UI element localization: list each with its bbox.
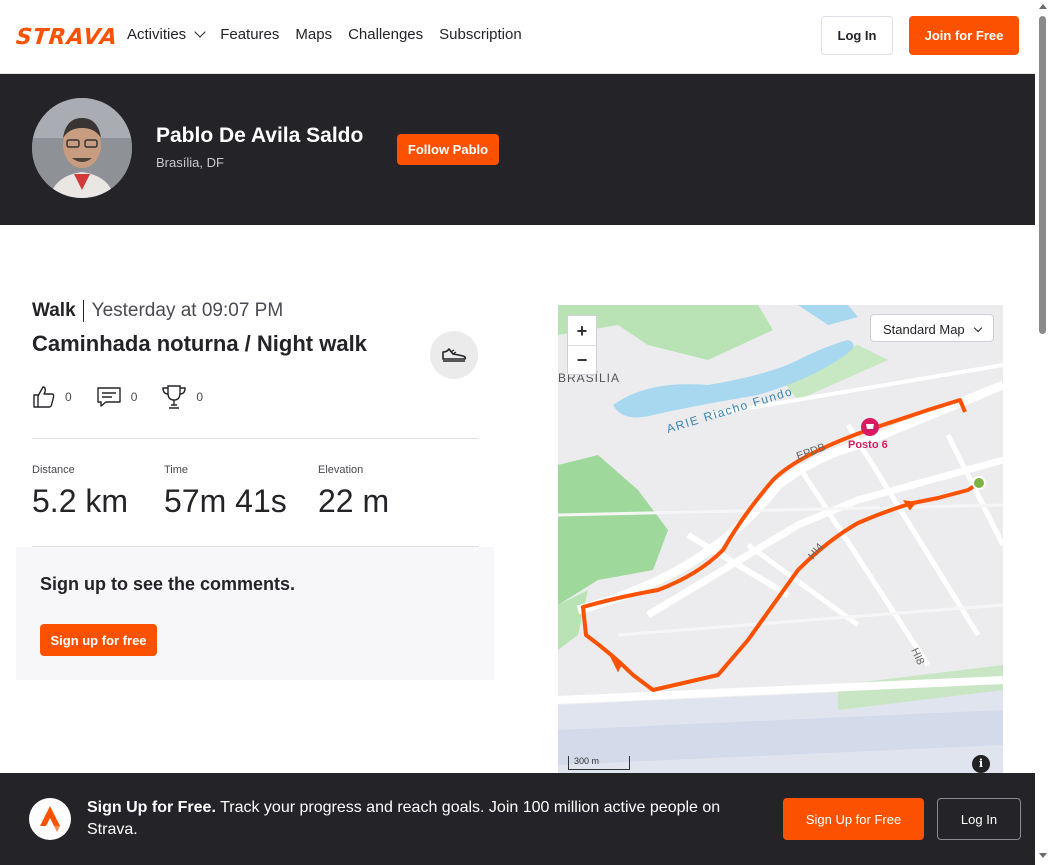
avatar-image — [32, 98, 132, 198]
nav-challenges[interactable]: Challenges — [348, 26, 423, 43]
nav-links: Activities Features Maps Challenges Subs… — [127, 26, 522, 43]
zoom-out-button[interactable]: − — [568, 345, 596, 374]
achievements[interactable]: 0 — [161, 384, 203, 410]
athlete-location: Brasília, DF — [156, 155, 224, 170]
achievements-count: 0 — [196, 390, 204, 404]
signup-banner: Sign Up for Free. Track your progress an… — [0, 773, 1035, 865]
start-marker — [972, 476, 986, 490]
nav-features[interactable]: Features — [220, 26, 279, 43]
activity-title: Caminhada noturna / Night walk — [32, 331, 367, 356]
athlete-header: Pablo De Avila Saldo Brasília, DF Follow… — [0, 74, 1035, 225]
map-style-label: Standard Map — [883, 322, 965, 337]
social-stats: 0 0 0 — [32, 384, 203, 410]
stat-time: Time 57m 41s — [164, 464, 287, 520]
zoom-in-button[interactable]: + — [568, 316, 596, 345]
nav-activities[interactable]: Activities — [127, 26, 206, 43]
trophy-icon — [162, 385, 187, 409]
nav-activities-label: Activities — [127, 26, 187, 43]
activity-type: Walk — [32, 300, 84, 322]
stat-distance: Distance 5.2 km — [32, 464, 128, 520]
comments-signup-box: Sign up to see the comments. Sign up for… — [16, 547, 494, 680]
stat-label: Distance — [32, 464, 75, 476]
scroll-up-arrow-icon[interactable] — [1039, 4, 1047, 9]
map-style-select[interactable]: Standard Map — [870, 314, 994, 342]
stat-value: 5.2 km — [32, 483, 129, 519]
banner-headline: Sign Up for Free. — [87, 799, 216, 816]
nav-maps[interactable]: Maps — [295, 26, 332, 43]
stat-label: Elevation — [318, 464, 364, 476]
route-map[interactable]: Posto 6 ARIE Riacho Fundo BRASÍLIA EPDB … — [558, 305, 1003, 775]
comments-signup-title: Sign up to see the comments. — [40, 574, 296, 594]
stat-label: Time — [164, 464, 189, 476]
chevron-down-icon — [194, 26, 206, 38]
comments-count: 0 — [130, 390, 138, 404]
activity-meta: Walk Yesterday at 09:07 PM — [32, 300, 283, 322]
gear-shoe-button[interactable] — [430, 331, 478, 379]
kudos[interactable]: 0 — [32, 385, 72, 409]
signup-free-button[interactable]: Sign up for free — [40, 624, 157, 656]
scroll-down-arrow-icon[interactable] — [1039, 853, 1047, 858]
poi-label: Posto 6 — [848, 439, 888, 451]
stat-value: 22 m — [318, 483, 390, 519]
nav-subscription[interactable]: Subscription — [439, 26, 522, 43]
chevron-down-icon — [973, 323, 983, 333]
divider — [32, 438, 479, 439]
stat-elevation: Elevation 22 m — [318, 464, 389, 520]
scroll-thumb[interactable] — [1039, 16, 1046, 334]
strava-logo[interactable]: STRAVA — [15, 25, 120, 50]
avatar[interactable] — [32, 98, 132, 198]
strava-chevron-icon — [40, 806, 60, 832]
athlete-name[interactable]: Pablo De Avila Saldo — [156, 124, 363, 148]
join-button[interactable]: Join for Free — [909, 16, 1019, 55]
cart-icon — [866, 424, 874, 429]
thumbs-up-icon — [33, 386, 55, 408]
stat-value: 57m 41s — [164, 483, 287, 519]
info-icon[interactable]: i — [972, 755, 990, 773]
strava-activity-page: STRAVA Activities Features Maps Challeng… — [0, 0, 1050, 865]
kudos-count: 0 — [65, 390, 72, 404]
banner-message: Sign Up for Free. Track your progress an… — [87, 797, 767, 841]
banner-signup-button[interactable]: Sign Up for Free — [783, 798, 924, 840]
login-button[interactable]: Log In — [821, 16, 893, 55]
map-scale: 300 m — [568, 756, 630, 770]
follow-button[interactable]: Follow Pablo — [397, 134, 499, 165]
activity-date: Yesterday at 09:07 PM — [91, 300, 284, 321]
map-canvas[interactable]: Posto 6 ARIE Riacho Fundo BRASÍLIA EPDB … — [558, 305, 1003, 775]
banner-login-button[interactable]: Log In — [937, 798, 1021, 840]
zoom-controls: + − — [567, 315, 597, 375]
page-scrollbar[interactable] — [1035, 0, 1050, 865]
shoe-icon — [442, 348, 467, 362]
top-nav: STRAVA Activities Features Maps Challeng… — [0, 0, 1035, 74]
strava-app-logo — [29, 798, 71, 840]
comments[interactable]: 0 — [96, 385, 138, 409]
comment-icon — [96, 387, 121, 407]
